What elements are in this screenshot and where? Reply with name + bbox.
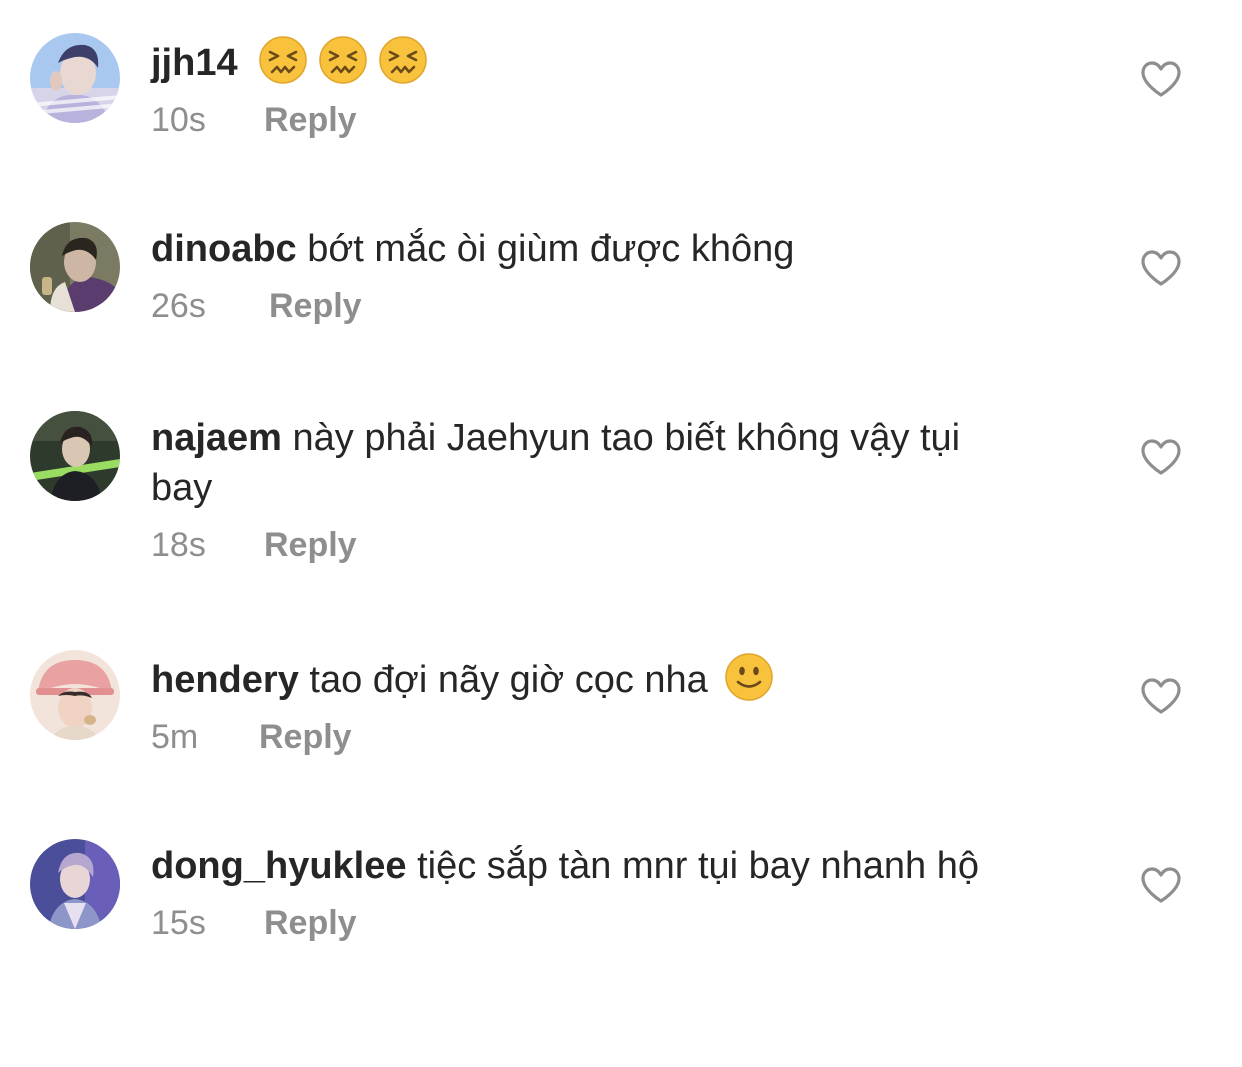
like-button[interactable] <box>1140 60 1182 98</box>
heart-outline-icon <box>1141 678 1181 714</box>
reply-button[interactable]: Reply <box>264 901 357 945</box>
reply-button[interactable]: Reply <box>264 523 357 567</box>
like-button[interactable] <box>1140 249 1182 287</box>
comment-list: jjh14 10s Reply dinoabc bớt mắc òi giùm … <box>0 0 1242 1067</box>
confounded-face-emoji <box>378 35 428 85</box>
like-button[interactable] <box>1140 866 1182 904</box>
comment-body: hendery tao đợi nãy giờ cọc nha 5m Reply <box>151 652 1031 759</box>
heart-outline-icon <box>1141 250 1181 286</box>
comment-meta: 10s Reply <box>151 98 1031 142</box>
avatar[interactable] <box>30 222 120 312</box>
comment-text: hendery tao đợi nãy giờ cọc nha <box>151 652 1031 705</box>
confounded-face-emoji <box>258 35 308 85</box>
slightly-smiling-face-emoji <box>724 652 774 702</box>
comment-message: bớt mắc òi giùm được không <box>307 228 795 270</box>
comment-meta: 15s Reply <box>151 901 1031 945</box>
reply-button[interactable]: Reply <box>259 715 352 759</box>
avatar[interactable] <box>30 839 120 929</box>
username[interactable]: dong_hyuklee <box>151 845 407 887</box>
comment-text: jjh14 <box>151 35 1031 88</box>
timestamp: 15s <box>151 904 206 942</box>
username[interactable]: hendery <box>151 659 299 701</box>
comment-text: najaem này phải Jaehyun tao biết không v… <box>151 413 1031 513</box>
timestamp: 18s <box>151 526 206 564</box>
heart-outline-icon <box>1141 867 1181 903</box>
comment-meta: 26s Reply <box>151 284 1031 328</box>
like-button[interactable] <box>1140 677 1182 715</box>
comment-message: tiệc sắp tàn mnr tụi bay nhanh hộ <box>417 845 979 887</box>
comment-message: tao đợi nãy giờ cọc nha <box>309 659 708 701</box>
username[interactable]: jjh14 <box>151 42 238 84</box>
comment-meta: 5m Reply <box>151 715 1031 759</box>
timestamp: 10s <box>151 101 206 139</box>
comment-text: dong_hyuklee tiệc sắp tàn mnr tụi bay nh… <box>151 841 1031 891</box>
heart-outline-icon <box>1141 61 1181 97</box>
reply-button[interactable]: Reply <box>269 284 362 328</box>
username[interactable]: dinoabc <box>151 228 297 270</box>
timestamp: 5m <box>151 718 199 756</box>
avatar[interactable] <box>30 411 120 501</box>
comment-body: jjh14 10s Reply <box>151 35 1031 142</box>
confounded-face-emoji <box>318 35 368 85</box>
like-button[interactable] <box>1140 438 1182 476</box>
timestamp: 26s <box>151 287 206 325</box>
comment-text: dinoabc bớt mắc òi giùm được không <box>151 224 1031 274</box>
avatar[interactable] <box>30 33 120 123</box>
username[interactable]: najaem <box>151 417 282 459</box>
comment-body: dong_hyuklee tiệc sắp tàn mnr tụi bay nh… <box>151 841 1031 945</box>
comment-meta: 18s Reply <box>151 523 1031 567</box>
reply-button[interactable]: Reply <box>264 98 357 142</box>
comment-body: dinoabc bớt mắc òi giùm được không 26s Re… <box>151 224 1031 328</box>
heart-outline-icon <box>1141 439 1181 475</box>
comment-body: najaem này phải Jaehyun tao biết không v… <box>151 413 1031 567</box>
avatar[interactable] <box>30 650 120 740</box>
